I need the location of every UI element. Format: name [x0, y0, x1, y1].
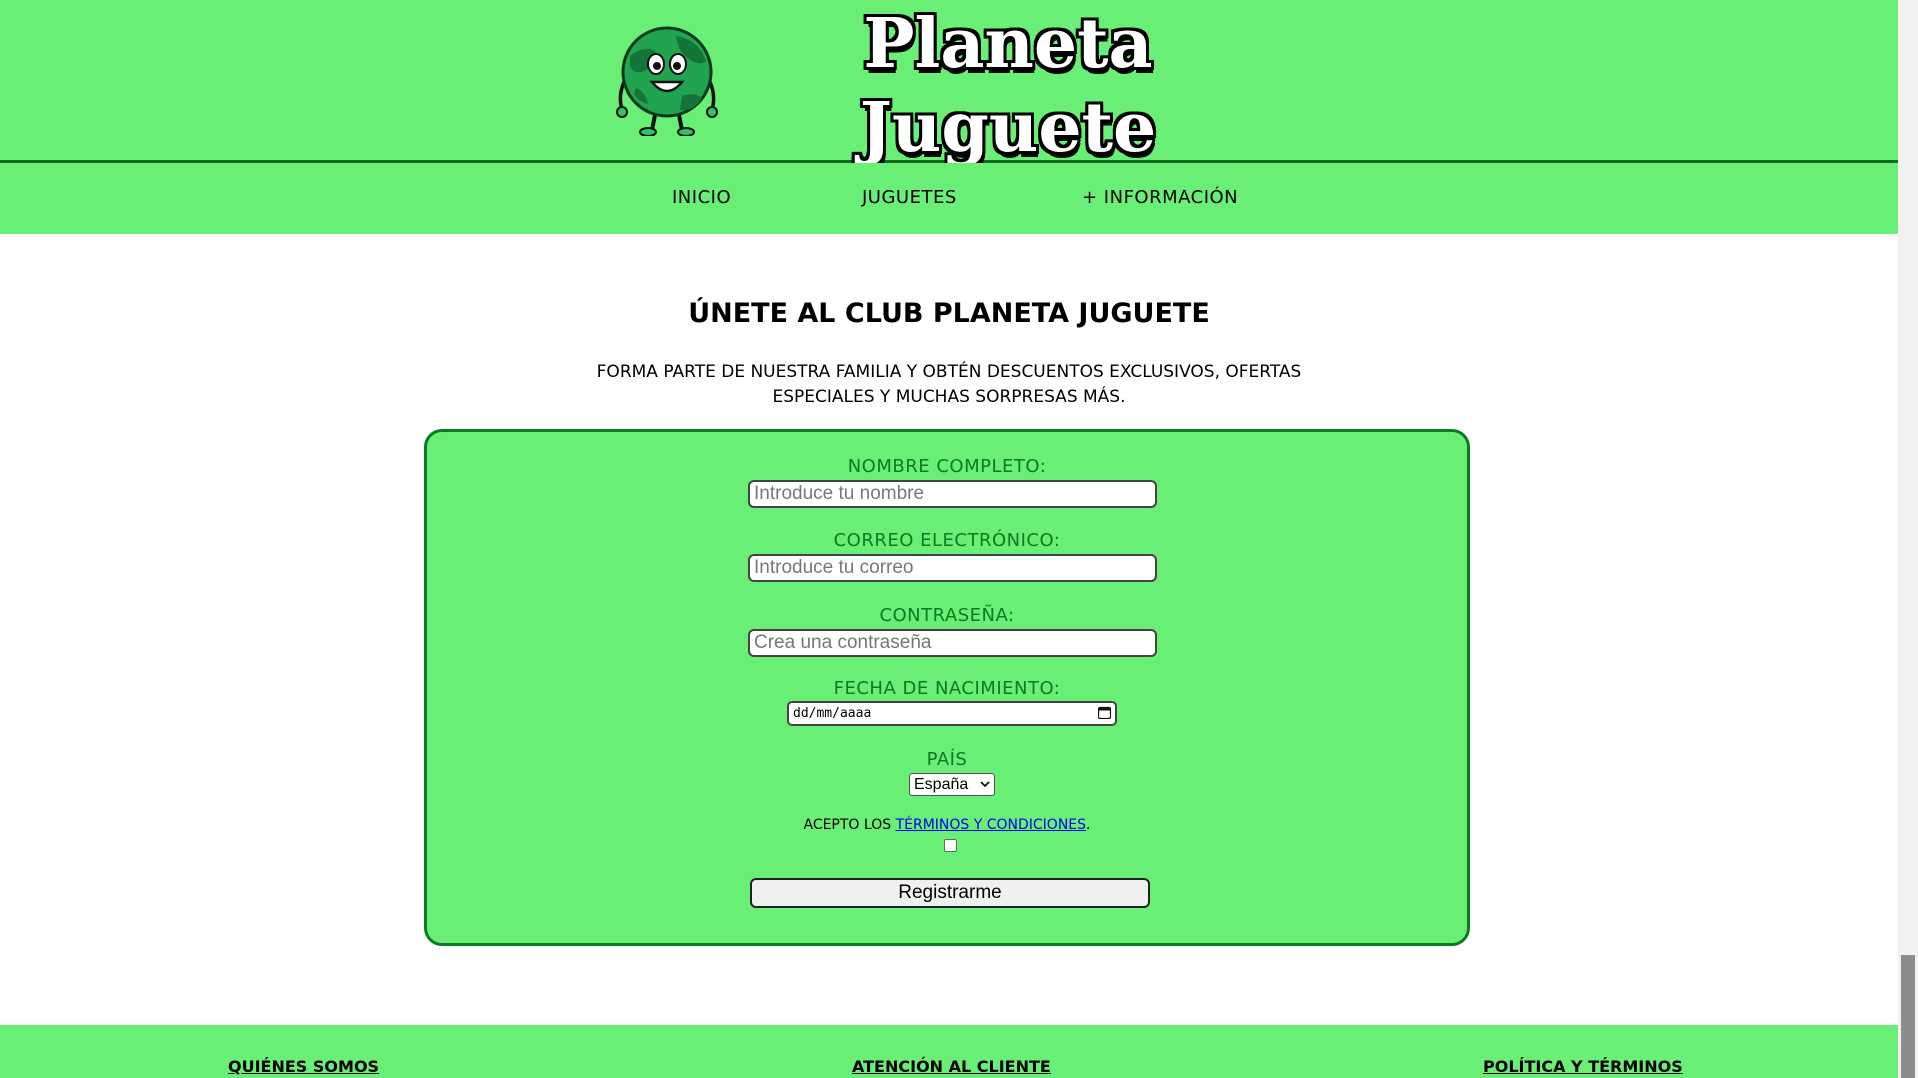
birthdate-label: FECHA DE NACIMIENTO:	[833, 678, 1061, 699]
terms-prefix: ACEPTO LOS	[803, 817, 896, 833]
footer-link-quienes-somos[interactable]: QUIÉNES SOMOS	[228, 1057, 379, 1076]
nav-item-inicio[interactable]: INICIO	[672, 187, 731, 208]
password-input[interactable]	[748, 629, 1157, 657]
page-title: ÚNETE AL CLUB PLANETA JUGUETE	[688, 298, 1210, 329]
chevron-down-icon	[980, 781, 990, 788]
terms-checkbox[interactable]	[944, 839, 957, 852]
register-button[interactable]: Registrarme	[750, 878, 1150, 908]
site-footer: QUIÉNES SOMOS ATENCIÓN AL CLIENTE POLÍTI…	[0, 1025, 1898, 1078]
nav-item-juguetes[interactable]: JUGUETES	[862, 187, 957, 208]
country-selected-value: España	[914, 776, 969, 793]
scrollbar-thumb[interactable]	[1901, 955, 1915, 1078]
page-subtitle: FORMA PARTE DE NUESTRA FAMILIA Y OBTÉN D…	[596, 362, 1302, 407]
name-input[interactable]	[748, 480, 1157, 508]
birthdate-value: dd/mm/aaaa	[793, 706, 872, 721]
footer-link-atencion-cliente[interactable]: ATENCIÓN AL CLIENTE	[852, 1057, 1051, 1076]
name-label: NOMBRE COMPLETO:	[847, 456, 1047, 477]
page-scrollbar[interactable]	[1898, 0, 1918, 1078]
country-select[interactable]: España	[909, 773, 995, 796]
footer-link-politica-terminos[interactable]: POLÍTICA Y TÉRMINOS	[1483, 1057, 1683, 1076]
email-input[interactable]	[748, 554, 1157, 582]
birthdate-input[interactable]: dd/mm/aaaa	[787, 701, 1117, 726]
email-label: CORREO ELECTRÓNICO:	[833, 530, 1061, 551]
terms-suffix: .	[1086, 817, 1091, 833]
main-nav: INICIO JUGUETES + INFORMACIÓN	[0, 163, 1898, 234]
terms-link[interactable]: TÉRMINOS Y CONDICIONES	[896, 817, 1086, 833]
calendar-icon[interactable]	[1098, 706, 1111, 719]
site-logo-text[interactable]: Planeta Juguete	[858, 2, 1158, 170]
country-label: PAÍS	[926, 749, 968, 770]
password-label: CONTRASEÑA:	[879, 605, 1015, 626]
terms-text: ACEPTO LOS TÉRMINOS Y CONDICIONES.	[427, 817, 1467, 833]
site-header: Planeta Juguete	[0, 0, 1898, 168]
logo-line-1: Planeta	[863, 4, 1153, 84]
nav-item-informacion[interactable]: + INFORMACIÓN	[1082, 187, 1238, 208]
earth-mascot-logo[interactable]	[616, 26, 720, 136]
registration-form: NOMBRE COMPLETO: CORREO ELECTRÓNICO: CON…	[424, 429, 1470, 946]
logo-line-2: Juguete	[859, 88, 1157, 168]
page: Planeta Juguete INICIO JUGUETES + INFORM…	[0, 0, 1898, 1078]
